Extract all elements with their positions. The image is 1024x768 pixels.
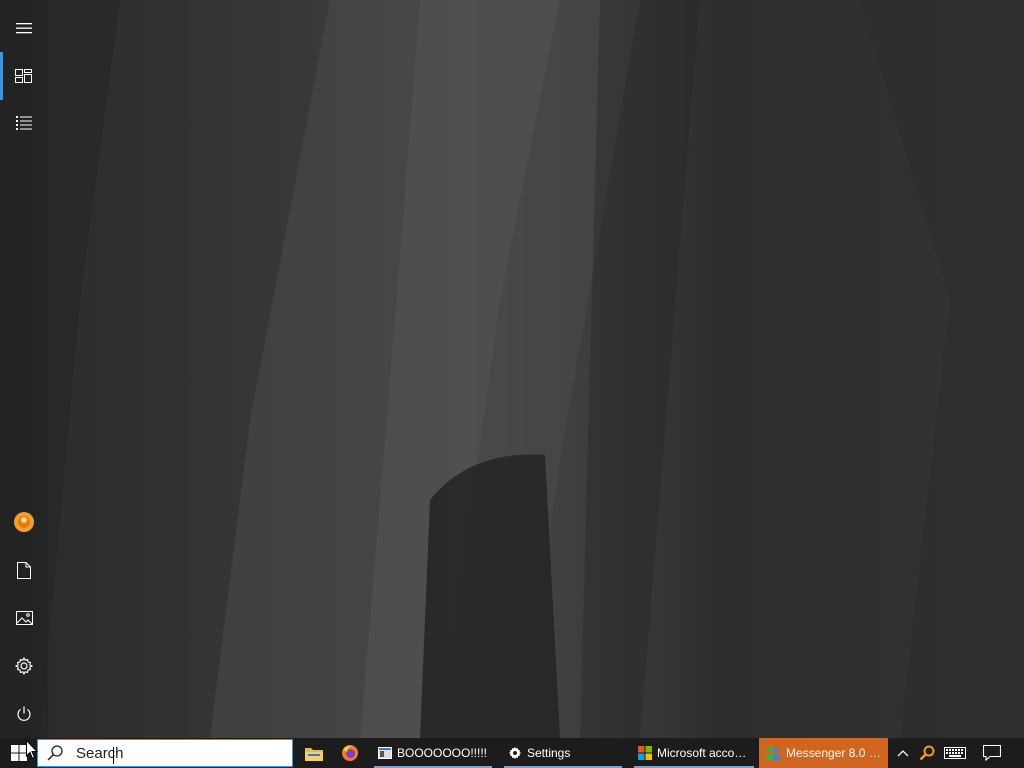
all-apps-list-icon[interactable] [0, 99, 48, 147]
settings-gear-icon [508, 746, 522, 760]
task-label: Messenger 8.0 B... [786, 746, 882, 760]
text-caret [113, 747, 114, 764]
settings-gear-icon[interactable] [0, 642, 48, 690]
search-box[interactable] [37, 739, 293, 767]
tiles-icon[interactable] [0, 52, 48, 100]
key-search-icon[interactable] [915, 738, 939, 768]
power-icon[interactable] [0, 690, 48, 738]
task-label: Microsoft accou... [657, 746, 750, 760]
microsoft-logo-icon [638, 746, 652, 760]
pictures-icon[interactable] [0, 594, 48, 642]
taskbar-task-messenger[interactable]: Messenger 8.0 B... [759, 738, 888, 768]
start-menu-rail [0, 0, 48, 738]
task-label: BOOOOOOO!!!!! [397, 746, 488, 760]
taskbar: BOOOOOOO!!!!! Settings Microsoft accou..… [0, 738, 1024, 768]
hamburger-menu-icon[interactable] [0, 4, 48, 52]
mouse-cursor [26, 740, 38, 760]
taskbar-task-microsoft-account[interactable]: Microsoft accou... [632, 738, 756, 768]
search-input[interactable] [72, 741, 276, 765]
user-avatar[interactable] [0, 498, 48, 546]
documents-icon[interactable] [0, 546, 48, 594]
touch-keyboard-icon[interactable] [941, 738, 969, 768]
rock-face-wallpaper [0, 0, 1024, 738]
app-window-icon [378, 747, 392, 759]
windows-logo-icon [10, 745, 27, 761]
taskbar-task-settings[interactable]: Settings [502, 738, 624, 768]
desktop-wallpaper [0, 0, 1024, 738]
file-explorer-icon[interactable] [296, 738, 332, 768]
show-hidden-icons-chevron-icon[interactable] [891, 738, 915, 768]
search-icon [38, 745, 72, 761]
action-center-icon[interactable] [976, 738, 1008, 768]
task-label: Settings [527, 746, 571, 760]
messenger-buddy-icon [765, 745, 781, 761]
firefox-icon[interactable] [332, 738, 368, 768]
taskbar-task-booooooo[interactable]: BOOOOOOO!!!!! [372, 738, 494, 768]
